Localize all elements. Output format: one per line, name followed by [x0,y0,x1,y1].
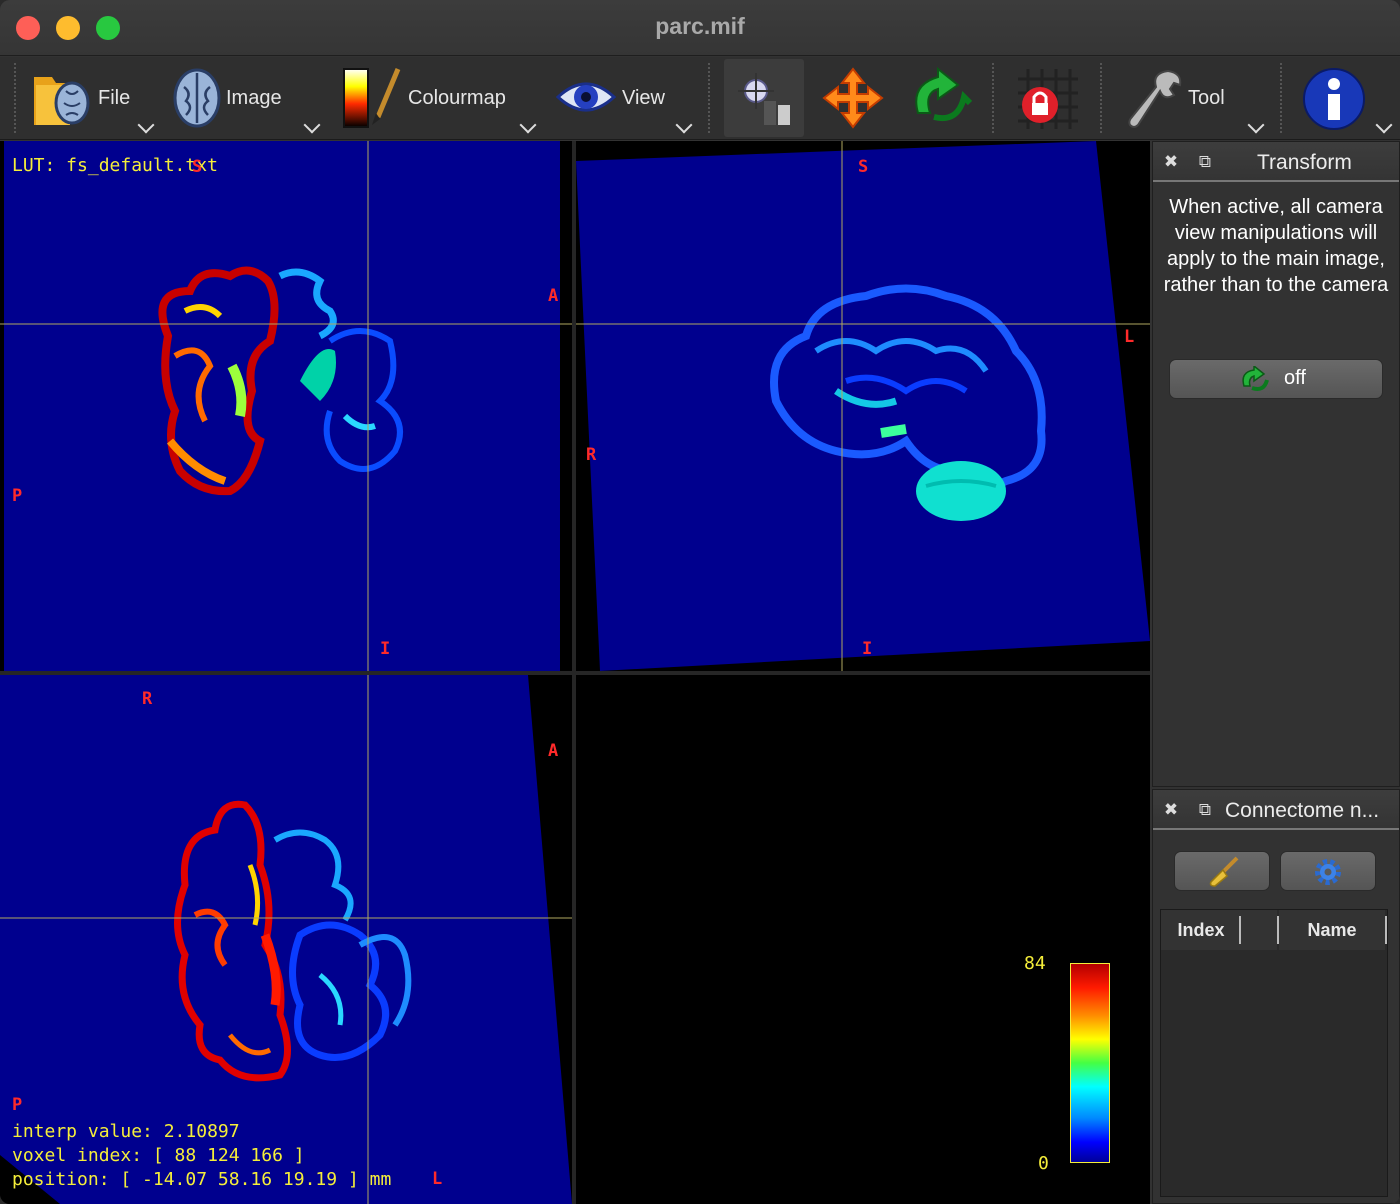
lock-grid-icon [1018,69,1078,129]
toolbar-separator [1100,63,1102,133]
title-bar: parc.mif [0,0,1400,56]
sagittal-slice-image [576,141,1150,671]
image-label: Image [226,87,282,109]
colourmap-label: Colourmap [408,87,506,109]
brain-icon [173,68,221,128]
gear-icon [1315,859,1341,885]
image-menu-button[interactable]: Image [170,57,326,140]
column-header-name[interactable]: Name [1279,910,1385,950]
file-menu-button[interactable]: File [28,57,158,140]
orientation-label-bottom: I [862,639,873,659]
close-icon[interactable]: ✖ [1161,152,1181,172]
broom-icon [1209,856,1239,887]
orientation-label-top: R [142,689,153,709]
chevron-down-icon [137,116,155,134]
orientation-label-right: A [548,286,559,306]
transform-toggle-button[interactable]: off [1169,359,1383,399]
chevron-down-icon [1247,116,1265,134]
column-divider [1385,916,1387,944]
column-header-blank[interactable] [1241,910,1277,950]
chevron-down-icon [519,116,537,134]
rotate-mode-icon [915,67,972,121]
tool-menu-button[interactable]: Tool [1126,57,1272,140]
transform-toggle-label: off [1284,367,1306,389]
position-readout: position: [ -14.07 58.16 19.19 ] mm [12,1169,392,1190]
orientation-label-left: R [586,445,597,465]
rotate-mode-button[interactable] [904,57,976,140]
coronal-view[interactable]: R A P L interp value: 2.10897 voxel inde… [0,675,572,1204]
orientation-label-bottom: L [432,1169,443,1189]
toolbar-separator [708,63,710,133]
window-title: parc.mif [655,13,745,39]
chevron-down-icon [1375,116,1393,134]
voxel-index-readout: voxel index: [ 88 124 166 ] [12,1145,305,1166]
wrench-icon [1128,69,1182,128]
transform-panel: ✖ ⧉ Transform When active, all camera vi… [1152,141,1400,787]
crosshair-mode-button[interactable] [724,59,804,137]
float-icon[interactable]: ⧉ [1195,800,1215,820]
orientation-label-left: P [12,486,23,506]
main-toolbar: File Image Colourmap View Tool [0,57,1400,140]
info-icon [1303,68,1365,130]
eye-icon [556,82,616,112]
colourmap-menu-button[interactable]: Colourmap [336,57,542,140]
settings-button[interactable] [1280,851,1376,891]
orientation-label-top: S [858,157,869,177]
right-dock: ✖ ⧉ Transform When active, all camera vi… [1152,141,1400,1204]
folder-brain-icon [34,77,90,125]
file-label: File [98,87,131,109]
crosshair-mode-icon [738,73,790,125]
rotate-mode-icon [1242,366,1269,391]
close-icon[interactable]: ✖ [1161,800,1181,820]
info-menu-button[interactable] [1298,57,1398,140]
image-views[interactable]: LUT: fs_default.txt S A P I S L R I R A … [0,141,1150,1204]
colourbar-min-label: 0 [1038,1153,1049,1174]
axial-view[interactable]: LUT: fs_default.txt S A P I [0,141,572,671]
orientation-label-right: L [1124,327,1135,347]
sagittal-view[interactable]: S L R I [576,141,1150,671]
view-menu-button[interactable]: View [554,57,704,140]
lut-label: LUT: fs_default.txt [12,155,218,176]
pan-mode-icon [822,67,884,129]
pan-mode-button[interactable] [816,57,888,140]
orientation-label-top: S [192,157,203,177]
chevron-down-icon [675,116,693,134]
float-icon[interactable]: ⧉ [1195,152,1215,172]
orientation-label-left: P [12,1095,23,1115]
transform-panel-header: ✖ ⧉ Transform [1153,142,1399,182]
clear-button[interactable] [1174,851,1270,891]
connectome-panel-title: Connectome n... [1225,799,1380,822]
view-divider [0,671,1150,675]
colourmap-icon [343,68,401,128]
transform-panel-title: Transform [1257,151,1352,174]
connectome-node-table[interactable]: Index Name [1160,909,1388,1197]
chevron-down-icon [303,116,321,134]
colourbar-max-label: 84 [1024,953,1046,974]
view-label: View [622,87,665,109]
column-header-index[interactable]: Index [1161,910,1241,950]
toolbar-separator [1280,63,1282,133]
colourbar [1070,963,1110,1163]
tool-label: Tool [1188,87,1225,109]
transform-description: When active, all camera view manipulatio… [1163,196,1389,296]
orientation-label-right: A [548,741,559,761]
toolbar-separator [992,63,994,133]
lock-button[interactable] [1008,57,1088,140]
app-window: parc.mif File Image Colourmap View Tool … [0,0,1400,1204]
interp-value-readout: interp value: 2.10897 [12,1121,240,1142]
orientation-label-bottom: I [380,639,391,659]
toolbar-separator [14,63,16,133]
axial-slice-image [0,141,572,671]
connectome-panel-header: ✖ ⧉ Connectome n... [1153,790,1399,830]
